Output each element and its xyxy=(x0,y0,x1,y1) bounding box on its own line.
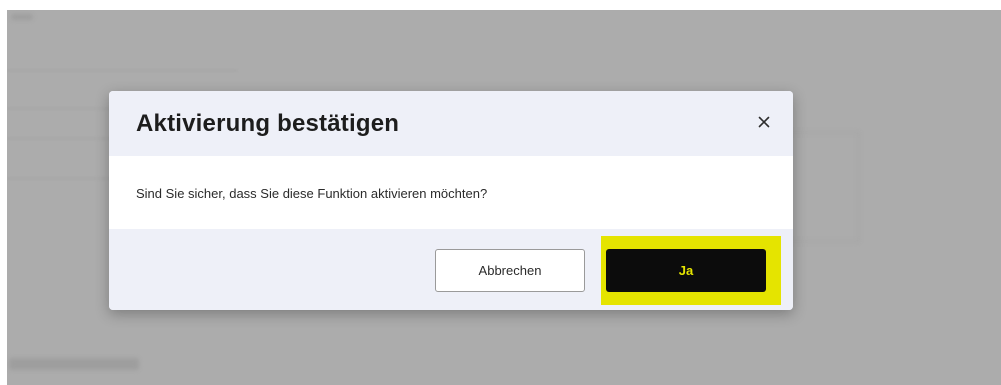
dialog-header: Aktivierung bestätigen xyxy=(109,91,793,156)
dialog-message: Sind Sie sicher, dass Sie diese Funktion… xyxy=(136,186,488,201)
confirm-button[interactable]: Ja xyxy=(606,249,766,292)
background-blurred-panel xyxy=(787,132,859,242)
close-button[interactable] xyxy=(755,113,773,131)
dialog-body: Sind Sie sicher, dass Sie diese Funktion… xyxy=(109,156,793,229)
confirm-dialog: Aktivierung bestätigen Sind Sie sicher, … xyxy=(109,91,793,310)
background-blurred-element xyxy=(11,14,33,20)
screen: Aktivierung bestätigen Sind Sie sicher, … xyxy=(0,0,1001,385)
background-blurred-element xyxy=(9,358,139,370)
close-icon xyxy=(758,116,770,128)
cancel-button[interactable]: Abbrechen xyxy=(435,249,585,292)
background-blurred-line xyxy=(7,70,237,71)
dialog-title: Aktivierung bestätigen xyxy=(136,110,400,137)
dialog-footer: Abbrechen Ja xyxy=(109,229,793,310)
